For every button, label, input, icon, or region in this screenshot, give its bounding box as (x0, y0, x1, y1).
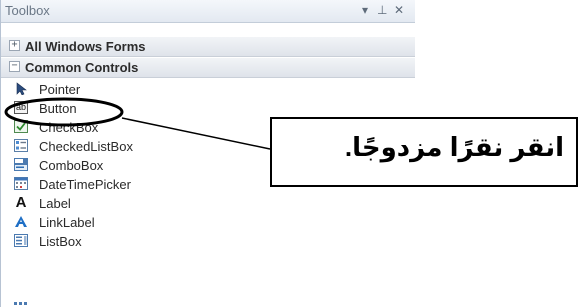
callout-pointer-line (121, 117, 271, 150)
highlight-ellipse (4, 97, 124, 127)
annotation-overlay (4, 97, 271, 150)
